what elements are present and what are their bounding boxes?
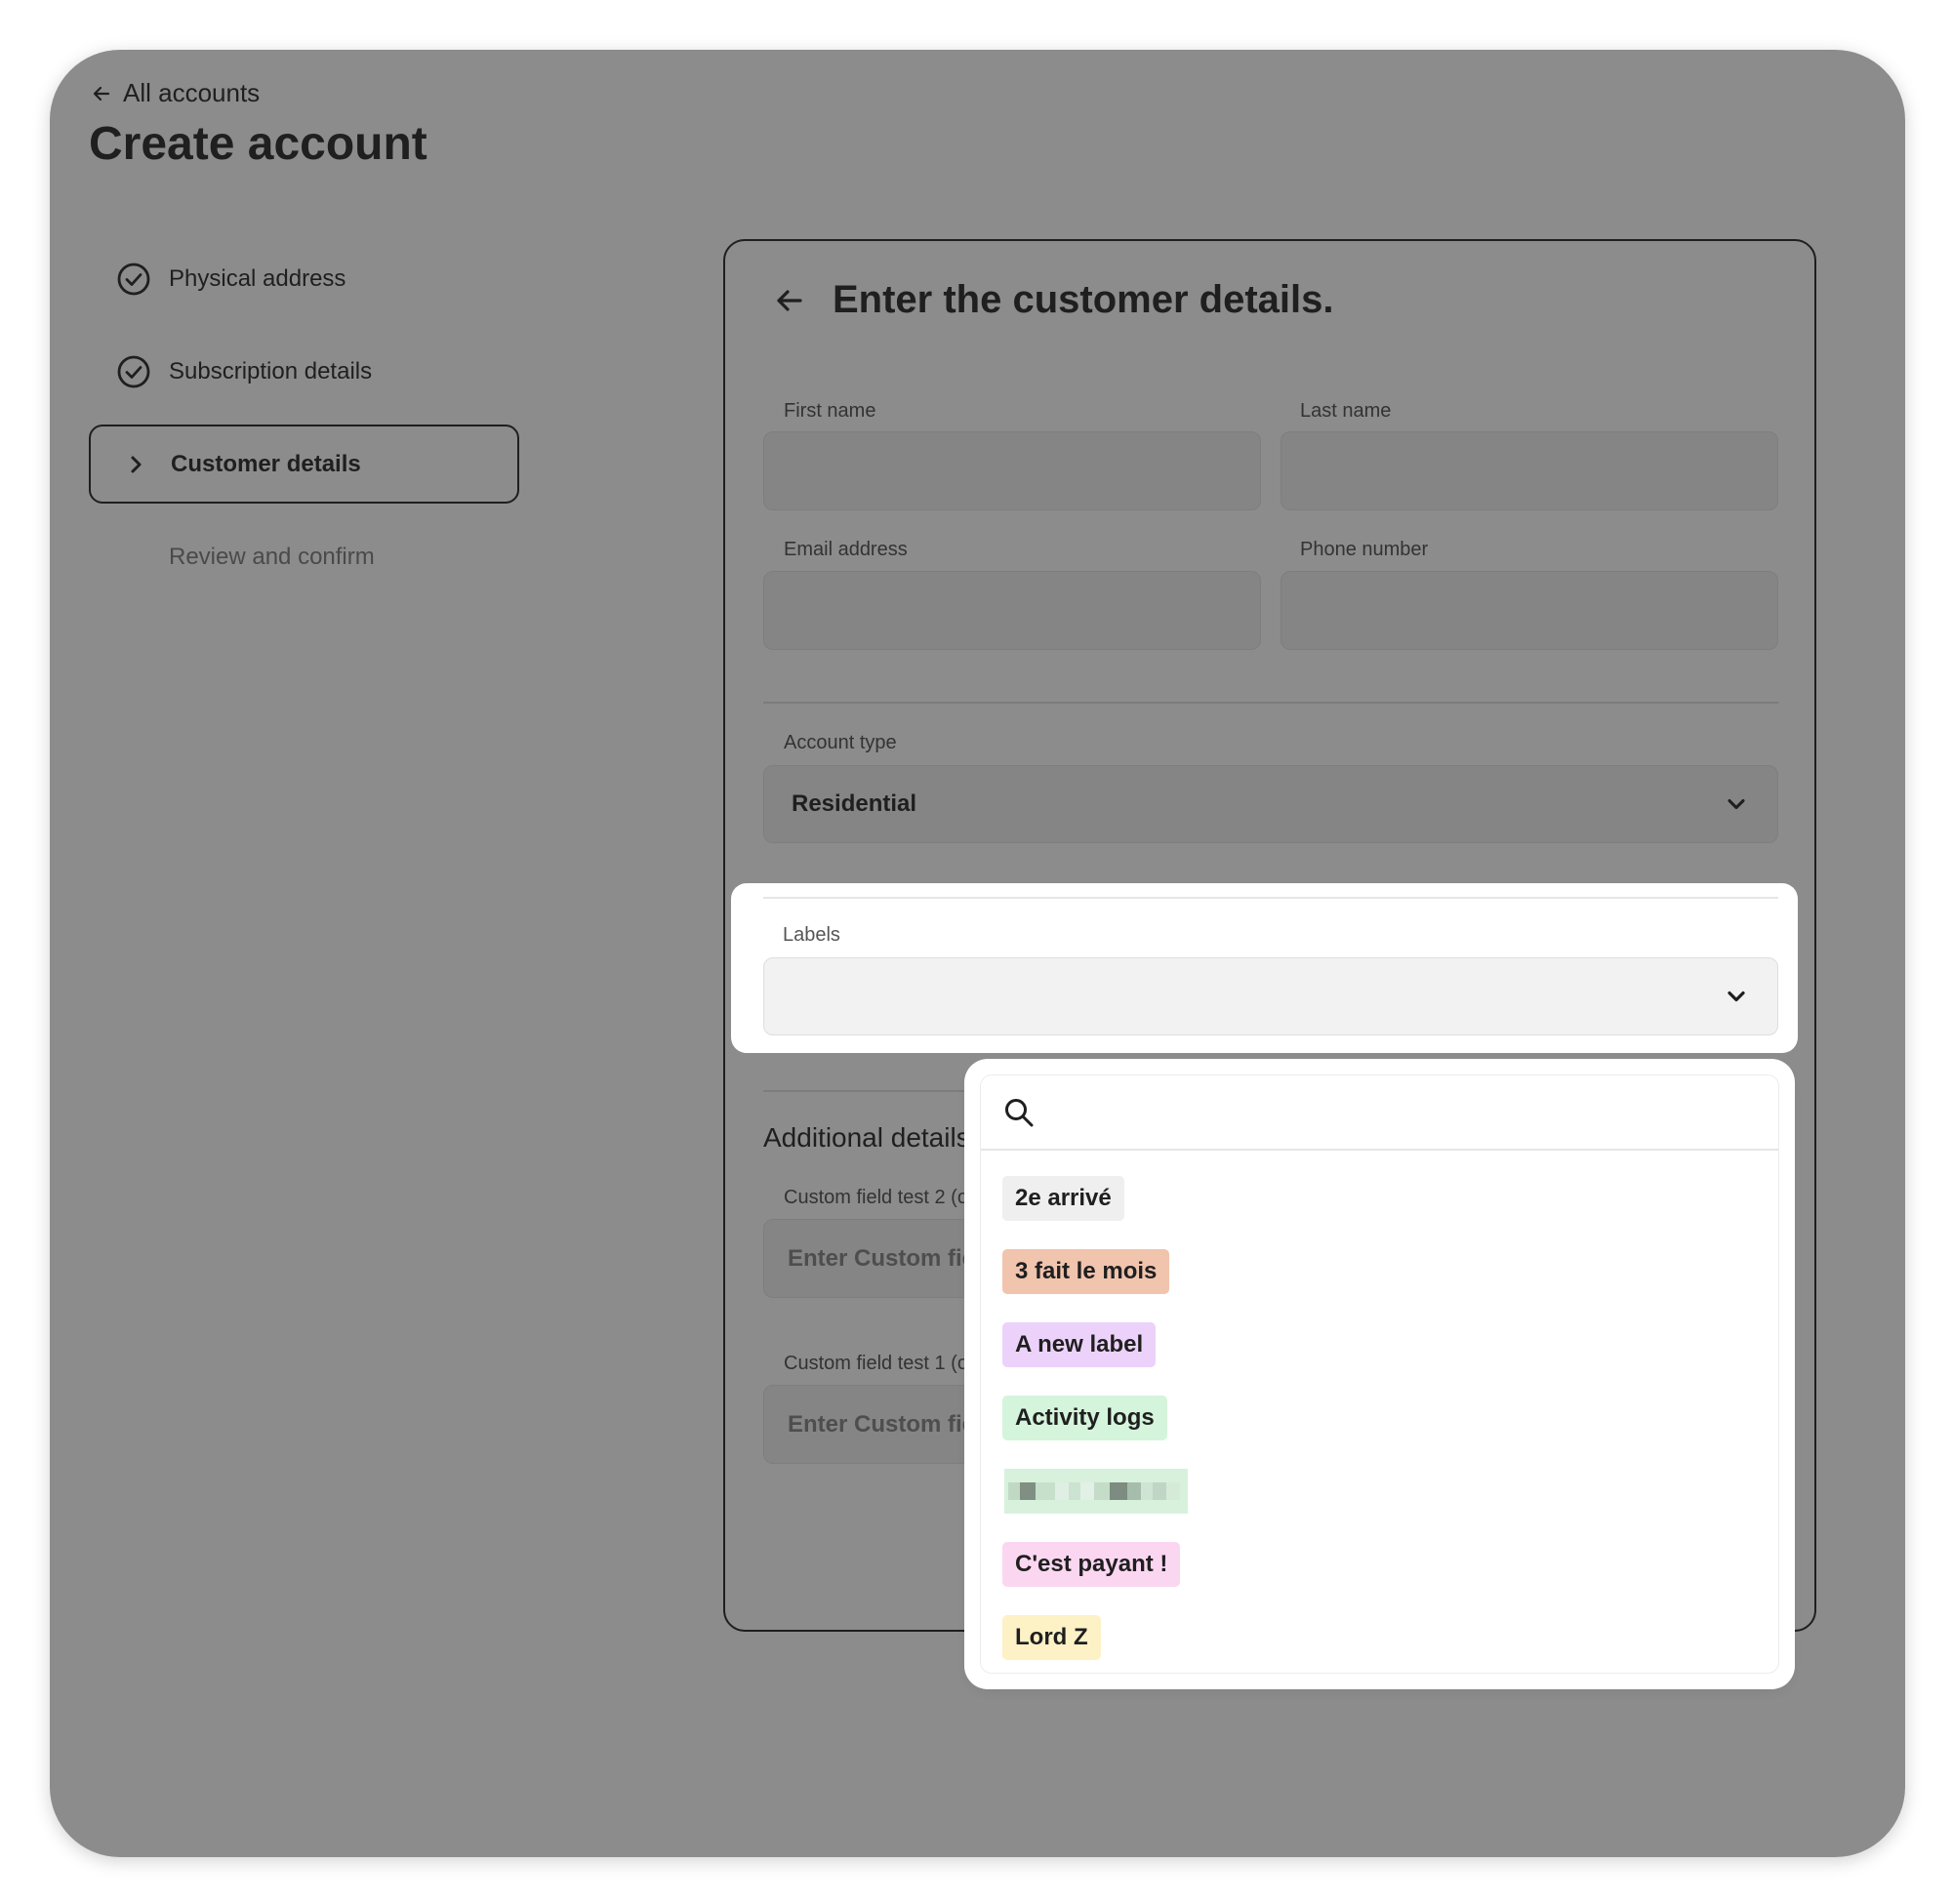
custom-field-1-label: Custom field test 1 (o	[784, 1353, 968, 1374]
custom-field-1-placeholder: Enter Custom fiel	[788, 1410, 982, 1438]
back-to-all-accounts-link[interactable]: All accounts	[90, 78, 260, 108]
label-option-text: 2e arrivé	[1015, 1185, 1112, 1211]
divider	[763, 897, 1778, 899]
phone-label: Phone number	[1300, 539, 1429, 560]
label-option[interactable]: 2e arrivé	[1002, 1176, 1124, 1221]
label-option[interactable]: Activity logs	[1002, 1396, 1167, 1440]
labels-dropdown-menu: 2e arrivé 3 fait le mois A new label Act…	[972, 1067, 1787, 1681]
step-review-and-confirm[interactable]: Review and confirm	[89, 517, 519, 596]
label-option-redacted[interactable]	[1004, 1469, 1188, 1514]
step-subscription-details[interactable]: Subscription details	[89, 332, 519, 411]
last-name-label: Last name	[1300, 400, 1392, 422]
label-option-text: 3 fait le mois	[1015, 1258, 1158, 1284]
card-header: Enter the customer details.	[772, 278, 1333, 322]
email-input[interactable]	[763, 571, 1261, 650]
label-option[interactable]: A new label	[1002, 1322, 1157, 1367]
chevron-right-icon	[118, 447, 153, 482]
account-type-label: Account type	[784, 732, 897, 753]
label-option-text: A new label	[1015, 1331, 1144, 1357]
step-physical-address[interactable]: Physical address	[89, 239, 519, 318]
card-title: Enter the customer details.	[833, 278, 1334, 321]
step-label: Customer details	[171, 450, 361, 477]
label-option[interactable]: 3 fait le mois	[1002, 1249, 1170, 1294]
label-option-text: Activity logs	[1015, 1404, 1155, 1431]
label-option-text: C'est payant !	[1015, 1551, 1168, 1577]
last-name-input[interactable]	[1281, 431, 1778, 510]
arrow-left-icon	[93, 86, 110, 101]
account-type-select[interactable]: Residential	[763, 765, 1778, 843]
step-customer-details[interactable]: Customer details	[89, 425, 519, 504]
account-type-value: Residential	[792, 790, 917, 817]
check-circle-icon	[116, 354, 151, 389]
page-title: Create account	[89, 118, 427, 170]
divider	[763, 1090, 978, 1092]
chevron-down-icon	[1728, 991, 1745, 1002]
phone-input[interactable]	[1281, 571, 1778, 650]
labels-field-panel: Labels	[731, 883, 1798, 1053]
labels-label: Labels	[783, 924, 840, 946]
step-label: Subscription details	[169, 357, 373, 385]
labels-search-input[interactable]	[1049, 1087, 1778, 1137]
chevron-down-icon	[1728, 798, 1745, 810]
label-option[interactable]: C'est payant !	[1002, 1542, 1181, 1587]
first-name-input[interactable]	[763, 431, 1261, 510]
check-circle-icon	[116, 262, 151, 297]
additional-details-title: Additional details	[763, 1122, 970, 1153]
search-icon	[1005, 1098, 1034, 1126]
arrow-left-icon[interactable]	[772, 283, 807, 318]
custom-field-2-label: Custom field test 2 (o	[784, 1187, 968, 1208]
label-option-text: Lord Z	[1015, 1624, 1088, 1650]
first-name-label: First name	[784, 400, 876, 422]
label-option[interactable]: Lord Z	[1002, 1615, 1101, 1660]
custom-field-2-placeholder: Enter Custom fiel	[788, 1244, 982, 1272]
labels-dropdown-inner: 2e arrivé 3 fait le mois A new label Act…	[980, 1074, 1779, 1674]
labels-search-bar	[981, 1075, 1778, 1151]
email-label: Email address	[784, 539, 908, 560]
labels-select[interactable]	[763, 957, 1778, 1035]
step-label: Physical address	[169, 264, 346, 292]
back-link-label: All accounts	[123, 78, 261, 107]
step-label: Review and confirm	[169, 543, 375, 570]
divider	[763, 702, 1778, 704]
